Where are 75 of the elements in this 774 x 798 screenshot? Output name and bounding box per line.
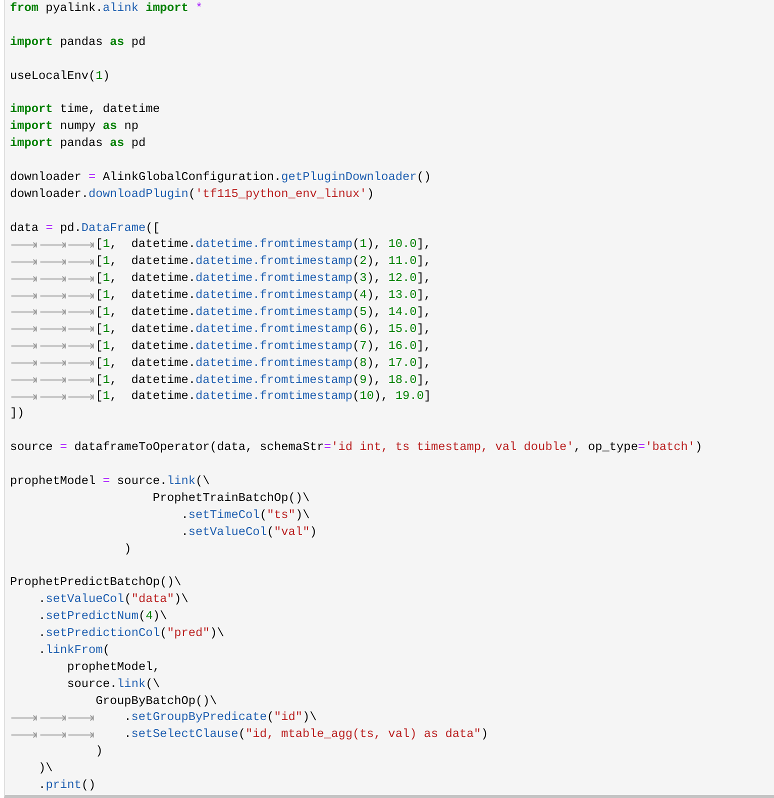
tab-arrow-icon xyxy=(10,290,39,301)
code-line: prophetModel = source.link(\ xyxy=(10,472,210,490)
code-line: .print() xyxy=(38,776,96,794)
tab-arrow-icon xyxy=(67,256,96,267)
tab-arrow-icon xyxy=(10,240,39,250)
tab-arrow-icon xyxy=(38,730,68,740)
tab-arrow-icon xyxy=(67,392,96,402)
tab-arrow-icon xyxy=(10,256,39,267)
tab-arrow-icon xyxy=(10,358,39,368)
tab-arrow-icon xyxy=(10,307,39,318)
code-line: .setValueCol("val") xyxy=(180,524,317,541)
tab-arrow-icon xyxy=(38,240,68,250)
code-line: [1, datetime.datetime.fromtimestamp(2), 11.0], xyxy=(96,253,432,270)
code-line: import numpy as np xyxy=(10,118,138,136)
code-line: .setSelectClause("id, mtable_agg(ts, val) as data") xyxy=(123,726,488,744)
code-line: [1, datetime.datetime.fromtimestamp(3), 12.0], xyxy=(96,270,432,288)
code-line: ]) xyxy=(10,405,24,422)
tab-arrow-icon xyxy=(38,341,68,352)
tab-arrow-icon xyxy=(10,375,39,386)
code-line: [1, datetime.datetime.fromtimestamp(8), 17.0], xyxy=(96,354,432,372)
tab-arrow-icon xyxy=(67,712,96,723)
code-line: ) xyxy=(123,540,132,558)
code-line: downloader = AlinkGlobalConfiguration.getPluginDownloader() xyxy=(10,168,432,186)
code-line: from pyalink.alink import * xyxy=(10,0,203,17)
code-line: ProphetPredictBatchOp()\ xyxy=(10,574,182,592)
tab-arrow-icon xyxy=(10,274,39,284)
tab-arrow-icon xyxy=(67,307,96,318)
tab-arrow-icon xyxy=(38,375,68,386)
tab-arrow-icon xyxy=(38,392,68,402)
code-line: data = pd.DataFrame([ xyxy=(10,220,160,236)
tab-arrow-icon xyxy=(67,730,96,740)
tab-arrow-icon xyxy=(38,358,68,368)
code-line: .linkFrom( xyxy=(38,642,110,659)
code-line: .setPredictNum(4)\ xyxy=(38,608,168,625)
code-line: [1, datetime.datetime.fromtimestamp(6), 15.0], xyxy=(96,320,432,338)
tab-arrow-icon xyxy=(67,274,96,284)
code-line: ProphetTrainBatchOp()\ xyxy=(152,490,310,507)
code-line: .setGroupByPredicate("id")\ xyxy=(123,709,317,726)
tab-arrow-icon xyxy=(10,392,39,402)
tab-arrow-icon xyxy=(38,324,68,334)
code-line: .setValueCol("data")\ xyxy=(38,591,188,608)
tab-arrow-icon xyxy=(10,324,39,334)
code-line: import pandas as pd xyxy=(10,34,146,51)
tab-arrow-icon xyxy=(10,341,39,352)
tab-arrow-icon xyxy=(10,712,39,723)
code-line: [1, datetime.datetime.fromtimestamp(5), 14.0], xyxy=(96,304,432,321)
code-line: .setTimeCol("ts")\ xyxy=(180,506,310,524)
code-line: source.link(\ xyxy=(66,676,160,693)
tab-arrow-icon xyxy=(67,240,96,250)
tab-arrow-icon xyxy=(67,324,96,334)
code-line: [1, datetime.datetime.fromtimestamp(9), 18.0], xyxy=(96,372,432,388)
code-line: [1, datetime.datetime.fromtimestamp(1), 10.0], xyxy=(96,236,432,254)
tab-arrow-icon xyxy=(38,274,68,284)
tab-arrow-icon xyxy=(67,290,96,301)
code-line: [1, datetime.datetime.fromtimestamp(4), 13.0], xyxy=(96,287,432,304)
tab-arrow-icon xyxy=(67,375,96,386)
code-line: )\ xyxy=(38,760,53,777)
code-line: import pandas as pd xyxy=(10,135,146,152)
code-line: ) xyxy=(94,743,103,760)
code-line: source = dataframeToOperator(data, schemaStr='id int, ts timestamp, val double', op_type='batch') xyxy=(10,439,702,456)
code-line: GroupByBatchOp()\ xyxy=(94,692,217,710)
tab-arrow-icon xyxy=(38,256,68,267)
tab-arrow-icon xyxy=(38,307,68,318)
code-line: [1, datetime.datetime.fromtimestamp(10), 19.0] xyxy=(96,388,432,406)
tab-arrow-icon xyxy=(67,358,96,368)
code-line: downloader.downloadPlugin('tf115_python_env_linux') xyxy=(10,186,374,203)
code-line: prophetModel, xyxy=(66,658,160,676)
code-line: import time, datetime xyxy=(10,101,160,118)
code-line: [1, datetime.datetime.fromtimestamp(7), 16.0], xyxy=(96,338,432,355)
tab-arrow-icon xyxy=(67,341,96,352)
code-line: .setPredictionCol("pred")\ xyxy=(38,624,224,642)
code-line: useLocalEnv(1) xyxy=(10,68,110,84)
tab-arrow-icon xyxy=(38,290,68,301)
tab-arrow-icon xyxy=(38,712,68,723)
tab-arrow-icon xyxy=(10,730,39,740)
